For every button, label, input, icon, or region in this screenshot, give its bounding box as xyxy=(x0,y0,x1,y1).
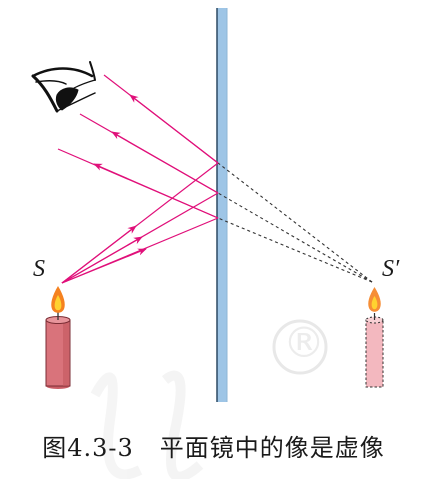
figure-number: 图4.3-3 xyxy=(42,434,134,462)
virtual-ray-3 xyxy=(217,217,373,283)
virtual-ray-2 xyxy=(217,192,373,283)
incident-rays xyxy=(61,162,219,284)
virtual-rays xyxy=(217,162,373,283)
virtual-ray-1 xyxy=(217,162,373,283)
incident-arrow-1 xyxy=(61,225,137,284)
incident-arrow-3 xyxy=(61,248,147,284)
reflected-arrow-1 xyxy=(129,94,219,164)
image-label: S′ xyxy=(382,256,400,282)
candle-image-icon xyxy=(365,287,384,388)
figure-title: 平面镜中的像是虚像 xyxy=(159,434,385,462)
reflected-arrow-3 xyxy=(93,163,219,219)
eye-icon xyxy=(31,61,96,113)
candle-icon xyxy=(45,312,71,389)
source-label: S xyxy=(33,256,45,282)
plane-mirror-diagram xyxy=(31,8,384,479)
reflected-arrow-2 xyxy=(111,131,219,194)
flame-icon xyxy=(51,286,65,313)
registered-symbol-watermark: ® xyxy=(283,318,325,367)
incident-arrow-2 xyxy=(61,236,143,284)
figure-caption: 图4.3-3 平面镜中的像是虚像 xyxy=(0,428,427,463)
reflected-rays xyxy=(57,74,219,219)
plane-mirror xyxy=(217,8,227,402)
